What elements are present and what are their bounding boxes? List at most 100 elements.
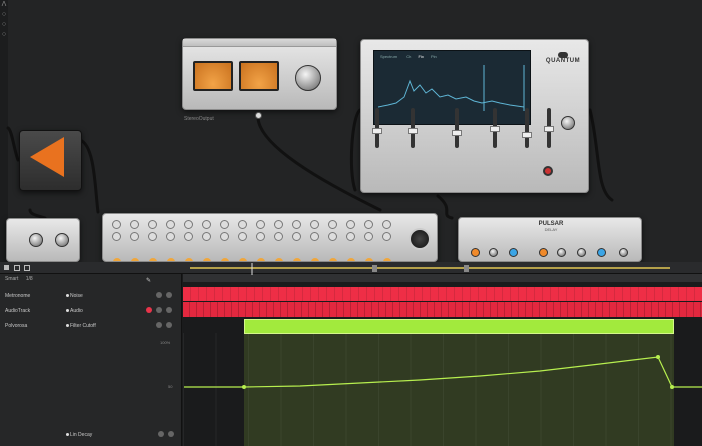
ch3-knob-b[interactable] bbox=[148, 232, 157, 241]
ch13-knob-b[interactable] bbox=[328, 232, 337, 241]
mixer-channel-11[interactable] bbox=[291, 220, 303, 261]
ch12-knob-b[interactable] bbox=[310, 232, 319, 241]
utility-device[interactable] bbox=[6, 218, 80, 262]
eq-slider-3-cap[interactable] bbox=[452, 130, 462, 136]
ch4-knob-a[interactable] bbox=[166, 220, 175, 229]
mixer-channel-7[interactable] bbox=[219, 220, 231, 261]
play-triangle-icon[interactable] bbox=[30, 137, 64, 177]
quantum-power-led[interactable] bbox=[543, 166, 553, 176]
division-label[interactable]: 1/8 bbox=[26, 276, 33, 282]
loop-marker-left[interactable] bbox=[372, 265, 377, 272]
automation-lock-icon[interactable] bbox=[158, 431, 164, 437]
ch5-knob-b[interactable] bbox=[184, 232, 193, 241]
pulsar-delay-device[interactable]: PULSAR DELAY bbox=[458, 217, 642, 262]
mixer-channel-9[interactable] bbox=[255, 220, 267, 261]
master-volume-knob[interactable] bbox=[295, 65, 321, 91]
track-1-solo-icon[interactable] bbox=[166, 292, 172, 298]
eq-slider-2-cap[interactable] bbox=[408, 128, 418, 134]
automation-region[interactable] bbox=[244, 334, 674, 446]
eq-slider-5-cap[interactable] bbox=[522, 132, 532, 138]
ch1-knob-b[interactable] bbox=[112, 232, 121, 241]
mixer-channel-6[interactable] bbox=[201, 220, 213, 261]
ch2-knob-a[interactable] bbox=[130, 220, 139, 229]
mixer-channel-15[interactable] bbox=[363, 220, 375, 261]
track-2-record-icon[interactable] bbox=[146, 307, 152, 313]
pencil-icon[interactable]: ✎ bbox=[146, 277, 151, 284]
ch7-knob-a[interactable] bbox=[220, 220, 229, 229]
mixer-channel-10[interactable] bbox=[273, 220, 285, 261]
mixer-channel-2[interactable] bbox=[129, 220, 141, 261]
mixer-channel-12[interactable] bbox=[309, 220, 321, 261]
ch9-knob-a[interactable] bbox=[256, 220, 265, 229]
track-2-solo-icon[interactable] bbox=[166, 307, 172, 313]
ch4-knob-b[interactable] bbox=[166, 232, 175, 241]
eq-slider-1-cap[interactable] bbox=[372, 128, 382, 134]
snap-label[interactable]: Smart bbox=[5, 276, 18, 282]
mixer-channel-1[interactable] bbox=[111, 220, 123, 261]
ch15-knob-a[interactable] bbox=[364, 220, 373, 229]
left-play-device[interactable] bbox=[19, 130, 82, 191]
mixer-channel-4[interactable] bbox=[165, 220, 177, 261]
automation-close-icon[interactable] bbox=[168, 431, 174, 437]
output-jack[interactable] bbox=[255, 112, 262, 119]
mixer-channel-13[interactable] bbox=[327, 220, 339, 261]
ch6-knob-b[interactable] bbox=[202, 232, 211, 241]
pulsar-knob-6[interactable] bbox=[577, 248, 586, 257]
mixer-channel-14[interactable] bbox=[345, 220, 357, 261]
ch1-knob-a[interactable] bbox=[112, 220, 121, 229]
eq-slider-4-cap[interactable] bbox=[490, 126, 500, 132]
ch8-knob-b[interactable] bbox=[238, 232, 247, 241]
transport-stop-icon[interactable] bbox=[4, 265, 9, 270]
ch9-knob-b[interactable] bbox=[256, 232, 265, 241]
lane-audio[interactable] bbox=[183, 302, 702, 317]
utility-knob-1[interactable] bbox=[29, 233, 43, 247]
eq-slider-6-cap[interactable] bbox=[544, 126, 554, 132]
pulsar-knob-7[interactable] bbox=[597, 248, 606, 257]
pulsar-knob-4[interactable] bbox=[539, 248, 548, 257]
ch8-knob-a[interactable] bbox=[238, 220, 247, 229]
ch15-knob-b[interactable] bbox=[364, 232, 373, 241]
ch3-knob-a[interactable] bbox=[148, 220, 157, 229]
ch10-knob-b[interactable] bbox=[274, 232, 283, 241]
track-row-1[interactable]: Metronome Noise bbox=[0, 289, 182, 303]
ch16-knob-b[interactable] bbox=[382, 232, 391, 241]
loop-region[interactable] bbox=[190, 267, 670, 269]
ch13-knob-a[interactable] bbox=[328, 220, 337, 229]
mixer-device[interactable] bbox=[102, 213, 438, 262]
ch6-knob-a[interactable] bbox=[202, 220, 211, 229]
pulsar-knob-1[interactable] bbox=[471, 248, 480, 257]
ch2-knob-b[interactable] bbox=[130, 232, 139, 241]
ch16-knob-a[interactable] bbox=[382, 220, 391, 229]
ch11-knob-a[interactable] bbox=[292, 220, 301, 229]
mixer-channel-16[interactable] bbox=[381, 220, 393, 261]
quantum-eq-device[interactable]: Spectrum Ch Fix Pin QUANTUM bbox=[360, 39, 589, 193]
pulsar-knob-2[interactable] bbox=[489, 248, 498, 257]
utility-knob-2[interactable] bbox=[55, 233, 69, 247]
stereo-output-device[interactable] bbox=[182, 38, 337, 110]
track-3-lock-icon[interactable] bbox=[156, 322, 162, 328]
loop-marker-right[interactable] bbox=[464, 265, 469, 272]
grid-icon[interactable] bbox=[24, 265, 30, 271]
ch14-knob-b[interactable] bbox=[346, 232, 355, 241]
track-row-3[interactable]: Polvorosa Filter Cutoff bbox=[0, 319, 182, 333]
track-2-mute-icon[interactable] bbox=[156, 307, 162, 313]
mixer-channel-3[interactable] bbox=[147, 220, 159, 261]
timeline-ruler[interactable] bbox=[183, 274, 702, 282]
mixer-master-knob[interactable] bbox=[409, 228, 431, 250]
eq-slider-5[interactable] bbox=[525, 108, 529, 148]
spectrum-display[interactable]: Spectrum Ch Fix Pin bbox=[373, 50, 531, 125]
mixer-channel-8[interactable] bbox=[237, 220, 249, 261]
eq-slider-3[interactable] bbox=[455, 108, 459, 148]
track-3-solo-icon[interactable] bbox=[166, 322, 172, 328]
ch14-knob-a[interactable] bbox=[346, 220, 355, 229]
track-1-mute-icon[interactable] bbox=[156, 292, 162, 298]
ch5-knob-a[interactable] bbox=[184, 220, 193, 229]
track-row-2[interactable]: AudioTrack Audio bbox=[0, 304, 182, 318]
ch12-knob-a[interactable] bbox=[310, 220, 319, 229]
ch7-knob-b[interactable] bbox=[220, 232, 229, 241]
ch11-knob-b[interactable] bbox=[292, 232, 301, 241]
lane-filter-clip[interactable] bbox=[244, 319, 674, 334]
mixer-channel-5[interactable] bbox=[183, 220, 195, 261]
pulsar-knob-3[interactable] bbox=[509, 248, 518, 257]
quantum-output-knob[interactable] bbox=[561, 116, 575, 130]
